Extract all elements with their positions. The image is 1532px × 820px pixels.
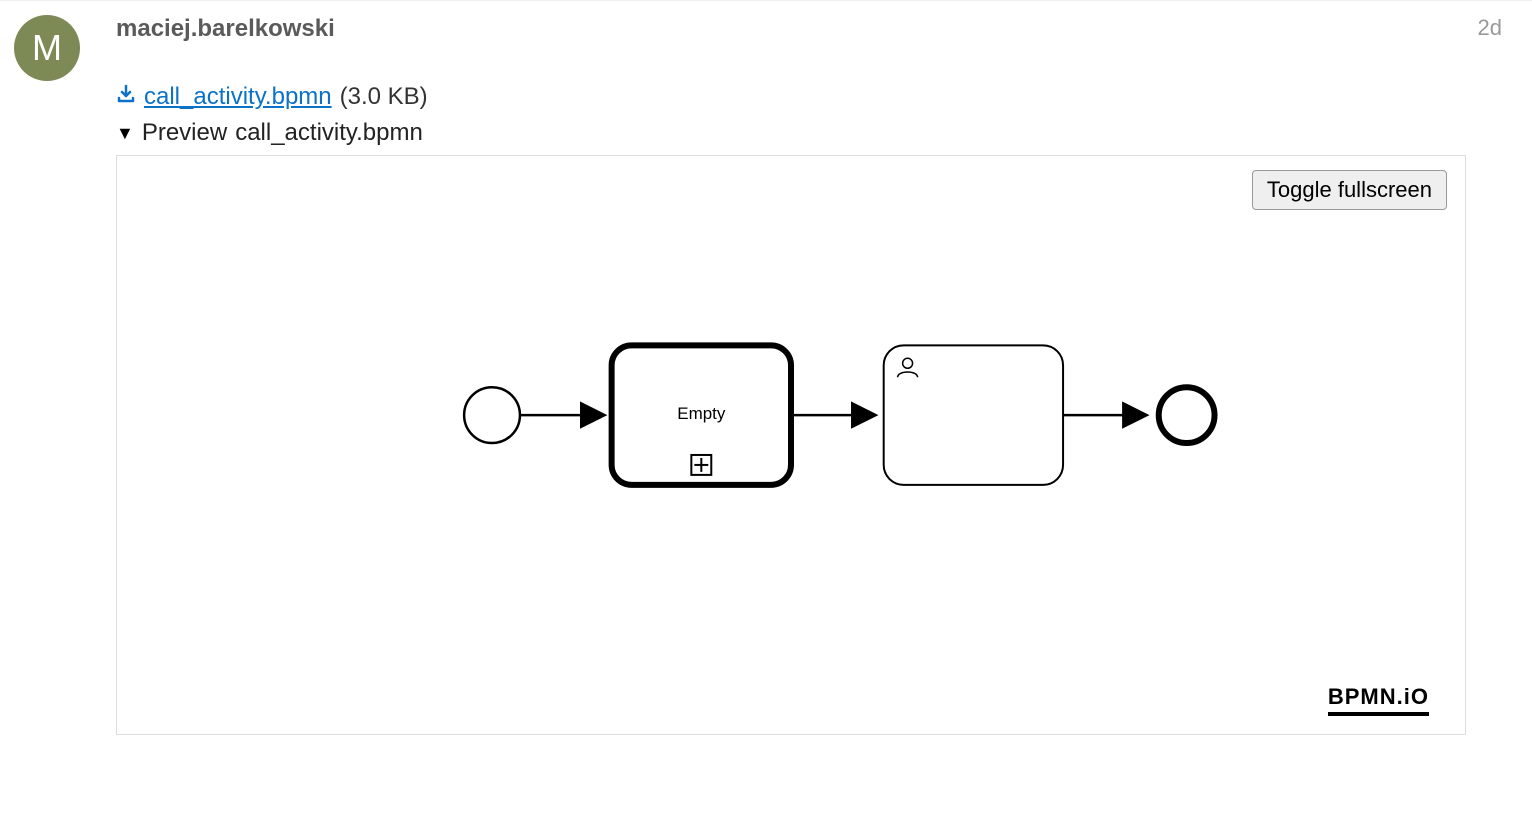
- post-row: M maciej.barelkowski 2d call_activity.bp…: [0, 0, 1532, 735]
- preview-filename: call_activity.bpmn: [235, 119, 423, 147]
- download-icon[interactable]: [116, 84, 136, 104]
- bpmn-start-event[interactable]: [464, 387, 520, 443]
- bpmn-io-logo[interactable]: BPMN.iO: [1328, 684, 1429, 716]
- attachment-link[interactable]: call_activity.bpmn: [144, 83, 332, 111]
- avatar-letter: M: [32, 27, 62, 69]
- username[interactable]: maciej.barelkowski: [116, 15, 335, 43]
- bpmn-call-activity-label: Empty: [677, 404, 726, 423]
- bpmn-user-task[interactable]: [884, 345, 1063, 485]
- chevron-down-icon: ▼: [116, 123, 134, 144]
- bpmn-end-event[interactable]: [1159, 387, 1215, 443]
- attachment-size: (3.0 KB): [340, 83, 428, 111]
- attachment-row: call_activity.bpmn (3.0 KB): [116, 83, 1502, 111]
- post-content: maciej.barelkowski 2d call_activity.bpmn…: [80, 15, 1502, 735]
- avatar: M: [14, 15, 80, 81]
- preview-label-prefix: Preview: [142, 119, 227, 147]
- post-header: maciej.barelkowski 2d: [116, 15, 1502, 43]
- bpmn-preview-canvas[interactable]: Toggle fullscreen Empty: [116, 155, 1466, 735]
- bpmn-diagram: Empty: [117, 156, 1465, 734]
- post-age: 2d: [1478, 15, 1502, 41]
- preview-toggle-row[interactable]: ▼ Preview call_activity.bpmn: [116, 119, 1502, 147]
